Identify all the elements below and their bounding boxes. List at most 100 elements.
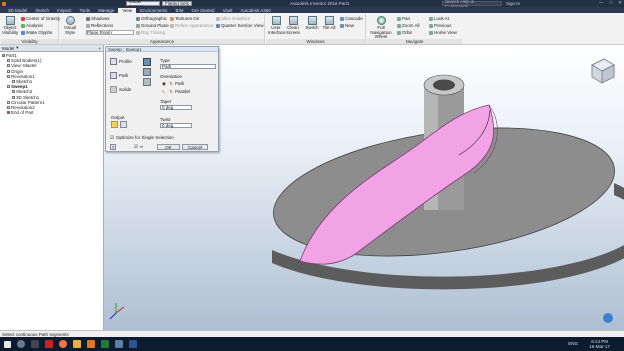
browser-item[interactable]: End of Part: [0, 110, 103, 115]
sign-in-link[interactable]: Sign In: [506, 1, 520, 6]
appearance-select[interactable]: Flatted Sets: [162, 1, 192, 6]
word-icon[interactable]: [129, 340, 137, 348]
analysis-button[interactable]: Analysis: [21, 23, 43, 28]
reflections-button[interactable]: Reflections: [86, 23, 113, 28]
axis-triad: [109, 303, 125, 320]
center-of-gravity-button[interactable]: Center of Gravity: [21, 16, 60, 21]
ray-tracing-button[interactable]: Ray Tracing: [136, 30, 165, 35]
solids-select-icon[interactable]: [110, 86, 117, 93]
windows-group: User Interface Clean Screen Switch Tile …: [266, 14, 366, 44]
language-indicator[interactable]: ENG: [568, 341, 578, 346]
plane-room-select[interactable]: Plane Room: [86, 30, 134, 35]
profile-label: Profile: [119, 59, 132, 64]
feature-icon: [2, 54, 5, 58]
slice-graphics-button[interactable]: Slice Graphics: [216, 16, 250, 21]
reflections-icon: [86, 23, 90, 28]
textures-on-button[interactable]: Textures On: [170, 16, 199, 21]
orthographic-button[interactable]: Orthographic: [136, 16, 167, 21]
quarter-section-view-button[interactable]: Quarter Section View: [216, 23, 263, 28]
search-field[interactable]: Search Help & Commands...: [442, 0, 502, 9]
cancel-button[interactable]: Cancel: [182, 144, 208, 150]
home-icon: [429, 30, 433, 35]
visual-style-icon: [65, 16, 75, 25]
orientation-parallel-radio[interactable]: ○: [162, 89, 165, 94]
output-solid-icon[interactable]: [143, 58, 151, 66]
path-select-icon[interactable]: [110, 72, 117, 79]
taper-label: Taper: [160, 99, 172, 104]
shadows-button[interactable]: Shadows: [86, 16, 110, 21]
shaft-hole: [433, 79, 455, 91]
maximize-button[interactable]: □: [610, 0, 613, 6]
orbit-icon: [397, 30, 401, 35]
navigation-wheel-icon: [376, 16, 386, 25]
search-icon[interactable]: [17, 340, 25, 348]
status-bar: Select continuous Path segments: [0, 330, 624, 337]
twist-input[interactable]: 0 deg: [160, 123, 192, 128]
pan-button[interactable]: Pan: [397, 16, 410, 21]
help-button[interactable]: ?: [110, 144, 116, 150]
output-solid-button[interactable]: [111, 121, 118, 128]
cascade-button[interactable]: Cascade: [340, 16, 363, 21]
ray-tracing-icon: [136, 30, 140, 35]
viewcube[interactable]: [590, 58, 616, 84]
object-visibility-button[interactable]: Object Visibility: [2, 16, 18, 35]
orientation-path-radio[interactable]: ◉: [162, 81, 166, 87]
refine-appearance-icon: [170, 23, 174, 28]
title-bar: Model Copper Flatted Sets Autodesk Inven…: [0, 0, 624, 9]
shadows-icon: [86, 16, 90, 21]
browser-title[interactable]: Model: [2, 46, 14, 51]
chrome-icon[interactable]: [59, 340, 67, 348]
minimize-button[interactable]: —: [599, 0, 604, 6]
navigate-group: Full Navigation Wheel Pan Zoom All Orbit…: [367, 14, 462, 44]
tile-all-icon: [324, 16, 334, 25]
previous-view-button[interactable]: Previous: [429, 23, 452, 28]
material-select[interactable]: Model Copper: [126, 0, 160, 9]
look-at-button[interactable]: Look At: [429, 16, 449, 21]
optimize-label: Optimize for Single Selection: [116, 135, 174, 140]
tile-all-button[interactable]: Tile All: [321, 16, 337, 31]
clean-screen-button[interactable]: Clean Screen: [285, 16, 301, 35]
optimize-checkbox[interactable]: ☑: [110, 135, 114, 141]
chevron-down-icon[interactable]: ▾: [16, 45, 18, 51]
object-visibility-icon: [5, 16, 15, 25]
browser-header: Model ▾ +: [0, 45, 103, 52]
twist-label: Twist: [160, 117, 171, 122]
adobe-reader-icon[interactable]: [45, 340, 53, 348]
file-explorer-icon[interactable]: [73, 340, 81, 348]
windows-start-icon[interactable]: [4, 340, 11, 348]
home-view-button[interactable]: Home View: [429, 30, 457, 35]
ground-plane-button[interactable]: Ground Plane: [136, 23, 169, 28]
preview-checkbox[interactable]: ☑: [134, 144, 138, 150]
full-navigation-wheel-button[interactable]: Full Navigation Wheel: [369, 16, 393, 40]
visual-style-button[interactable]: Visual Style: [62, 16, 78, 35]
zoom-icon: [397, 23, 401, 28]
excel-icon[interactable]: [101, 340, 109, 348]
output-surface-icon[interactable]: [143, 68, 151, 76]
imate-glyphs-button[interactable]: iMate Glyphs: [21, 30, 52, 35]
close-button[interactable]: ✕: [618, 0, 622, 6]
type-select[interactable]: Path: [160, 64, 216, 69]
output-surface-button[interactable]: [120, 121, 127, 128]
user-interface-button[interactable]: User Interface: [268, 16, 286, 35]
browser-item-label: End of Part: [11, 110, 34, 116]
zoom-all-button[interactable]: Zoom All: [397, 23, 420, 28]
taper-input[interactable]: 0 deg: [160, 105, 192, 110]
inventor-taskbar-icon[interactable]: [87, 340, 95, 348]
help-icon[interactable]: [603, 313, 613, 323]
task-view-icon[interactable]: [31, 340, 39, 348]
app-taskbar-icon[interactable]: [115, 340, 123, 348]
feature-icon: [7, 85, 10, 89]
switch-button[interactable]: Switch: [304, 16, 320, 31]
inventor-logo-icon[interactable]: [2, 1, 6, 6]
output-join-icon[interactable]: [143, 78, 151, 86]
appearance-group: Visual Style Shadows Reflections Plane R…: [60, 14, 265, 44]
refine-appearance-button[interactable]: Refine Appearance: [170, 23, 213, 28]
orientation-path-label: Path: [175, 81, 185, 86]
dialog-title: Sweep : Sweep1: [106, 47, 218, 52]
add-icon[interactable]: +: [98, 46, 101, 51]
ok-button[interactable]: OK: [157, 144, 180, 150]
profile-select-icon[interactable]: [110, 58, 117, 65]
clock[interactable]: 8:14 PM 16-Mar-17: [589, 339, 610, 349]
orbit-button[interactable]: Orbit: [397, 30, 412, 35]
new-window-button[interactable]: New: [340, 23, 354, 28]
